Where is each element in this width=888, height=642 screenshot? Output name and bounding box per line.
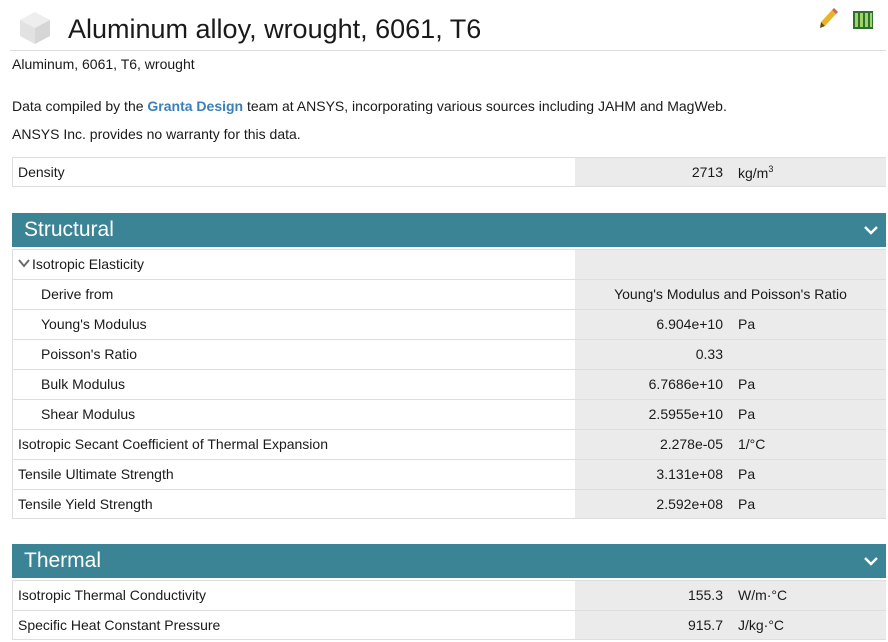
property-name: Young's Modulus [41, 316, 147, 332]
property-value-cell[interactable]: 2713 kg/m3 [575, 158, 886, 186]
property-value-cell[interactable]: 2.592e+08 Pa [575, 490, 886, 518]
property-row: Isotropic Thermal Conductivity 155.3 W/m… [12, 580, 886, 610]
property-row: Isotropic Secant Coefficient of Thermal … [12, 429, 886, 459]
property-value: 2713 [691, 164, 723, 180]
property-row-density: Density 2713 kg/m3 [12, 157, 886, 187]
property-value: 2.5955e+10 [648, 406, 723, 422]
credit-text: Data compiled by the Granta Design team … [12, 98, 727, 114]
property-name: Poisson's Ratio [41, 346, 138, 362]
credit-prefix: Data compiled by the [12, 98, 148, 114]
property-value: 0.33 [695, 346, 723, 362]
property-unit: Pa [738, 466, 756, 482]
property-unit: Pa [738, 496, 756, 512]
granta-design-link[interactable]: Granta Design [147, 98, 243, 114]
property-value: 155.3 [687, 587, 723, 603]
material-header: Aluminum alloy, wrought, 6061, T6 [0, 0, 888, 52]
property-name: Specific Heat Constant Pressure [18, 617, 221, 633]
property-value: 2.278e-05 [659, 436, 723, 452]
property-row: Shear Modulus 2.5955e+10 Pa [12, 399, 886, 429]
property-value-cell[interactable]: 6.7686e+10 Pa [575, 370, 886, 399]
chevron-down-icon [18, 259, 30, 268]
property-row: Young's Modulus 6.904e+10 Pa [12, 309, 886, 339]
property-value-cell[interactable]: 6.904e+10 Pa [575, 310, 886, 339]
property-row: Tensile Ultimate Strength 3.131e+08 Pa [12, 459, 886, 489]
property-row: Specific Heat Constant Pressure 915.7 J/… [12, 610, 886, 640]
page-title: Aluminum alloy, wrought, 6061, T6 [68, 14, 482, 44]
section-header-thermal[interactable]: Thermal [12, 544, 886, 578]
section-header-structural[interactable]: Structural [12, 213, 886, 247]
thermal-table: Isotropic Thermal Conductivity 155.3 W/m… [12, 580, 886, 640]
property-name: Isotropic Thermal Conductivity [18, 587, 207, 603]
property-name: Derive from [41, 286, 114, 302]
property-value: 6.7686e+10 [648, 376, 723, 392]
group-label: Isotropic Elasticity [18, 256, 144, 272]
property-name: Tensile Yield Strength [18, 496, 153, 512]
property-value-cell[interactable]: 0.33 [575, 340, 886, 369]
property-value: Young's Modulus and Poisson's Ratio [614, 286, 847, 302]
property-name: Bulk Modulus [41, 376, 126, 392]
property-value: 915.7 [687, 617, 723, 633]
property-unit: kg/m3 [738, 164, 774, 181]
group-row-isotropic-elasticity[interactable]: Isotropic Elasticity [12, 249, 886, 279]
pencil-icon[interactable] [818, 8, 838, 30]
density-table: Density 2713 kg/m3 [12, 157, 886, 187]
chevron-down-icon[interactable] [864, 225, 878, 235]
material-subtitle: Aluminum, 6061, T6, wrought [12, 56, 195, 72]
property-row: Bulk Modulus 6.7686e+10 Pa [12, 369, 886, 399]
property-value: 6.904e+10 [656, 316, 723, 332]
property-name: Shear Modulus [41, 406, 136, 422]
credit-suffix: team at ANSYS, incorporating various sou… [243, 98, 727, 114]
section-title: Thermal [24, 549, 102, 572]
property-value-cell[interactable]: 915.7 J/kg·°C [575, 611, 886, 639]
property-unit: W/m·°C [738, 587, 788, 603]
chevron-down-icon[interactable] [864, 556, 878, 566]
property-unit: Pa [738, 406, 756, 422]
chart-icon[interactable] [852, 8, 874, 30]
property-value-cell[interactable]: Young's Modulus and Poisson's Ratio [575, 280, 886, 309]
property-value: 3.131e+08 [656, 466, 723, 482]
property-value-cell[interactable]: 3.131e+08 Pa [575, 460, 886, 489]
section-title: Structural [24, 218, 114, 241]
property-row: Derive from Young's Modulus and Poisson'… [12, 279, 886, 309]
property-value-cell[interactable]: 2.5955e+10 Pa [575, 400, 886, 429]
property-value-cell[interactable]: 2.278e-05 1/°C [575, 430, 886, 459]
property-value: 2.592e+08 [656, 496, 723, 512]
structural-table: Isotropic Elasticity Derive from Young's… [12, 249, 886, 519]
property-row: Poisson's Ratio 0.33 [12, 339, 886, 369]
property-value-cell [575, 250, 886, 279]
cube-icon [20, 12, 50, 44]
property-name: Density [18, 164, 65, 180]
warranty-text: ANSYS Inc. provides no warranty for this… [12, 126, 301, 142]
property-unit: Pa [738, 376, 756, 392]
property-unit: J/kg·°C [738, 617, 785, 633]
property-unit: Pa [738, 316, 756, 332]
property-unit: 1/°C [738, 436, 766, 452]
property-name: Tensile Ultimate Strength [18, 466, 174, 482]
property-value-cell[interactable]: 155.3 W/m·°C [575, 581, 886, 610]
property-row: Tensile Yield Strength 2.592e+08 Pa [12, 489, 886, 519]
header-divider [10, 50, 886, 51]
property-name: Isotropic Secant Coefficient of Thermal … [18, 436, 328, 452]
